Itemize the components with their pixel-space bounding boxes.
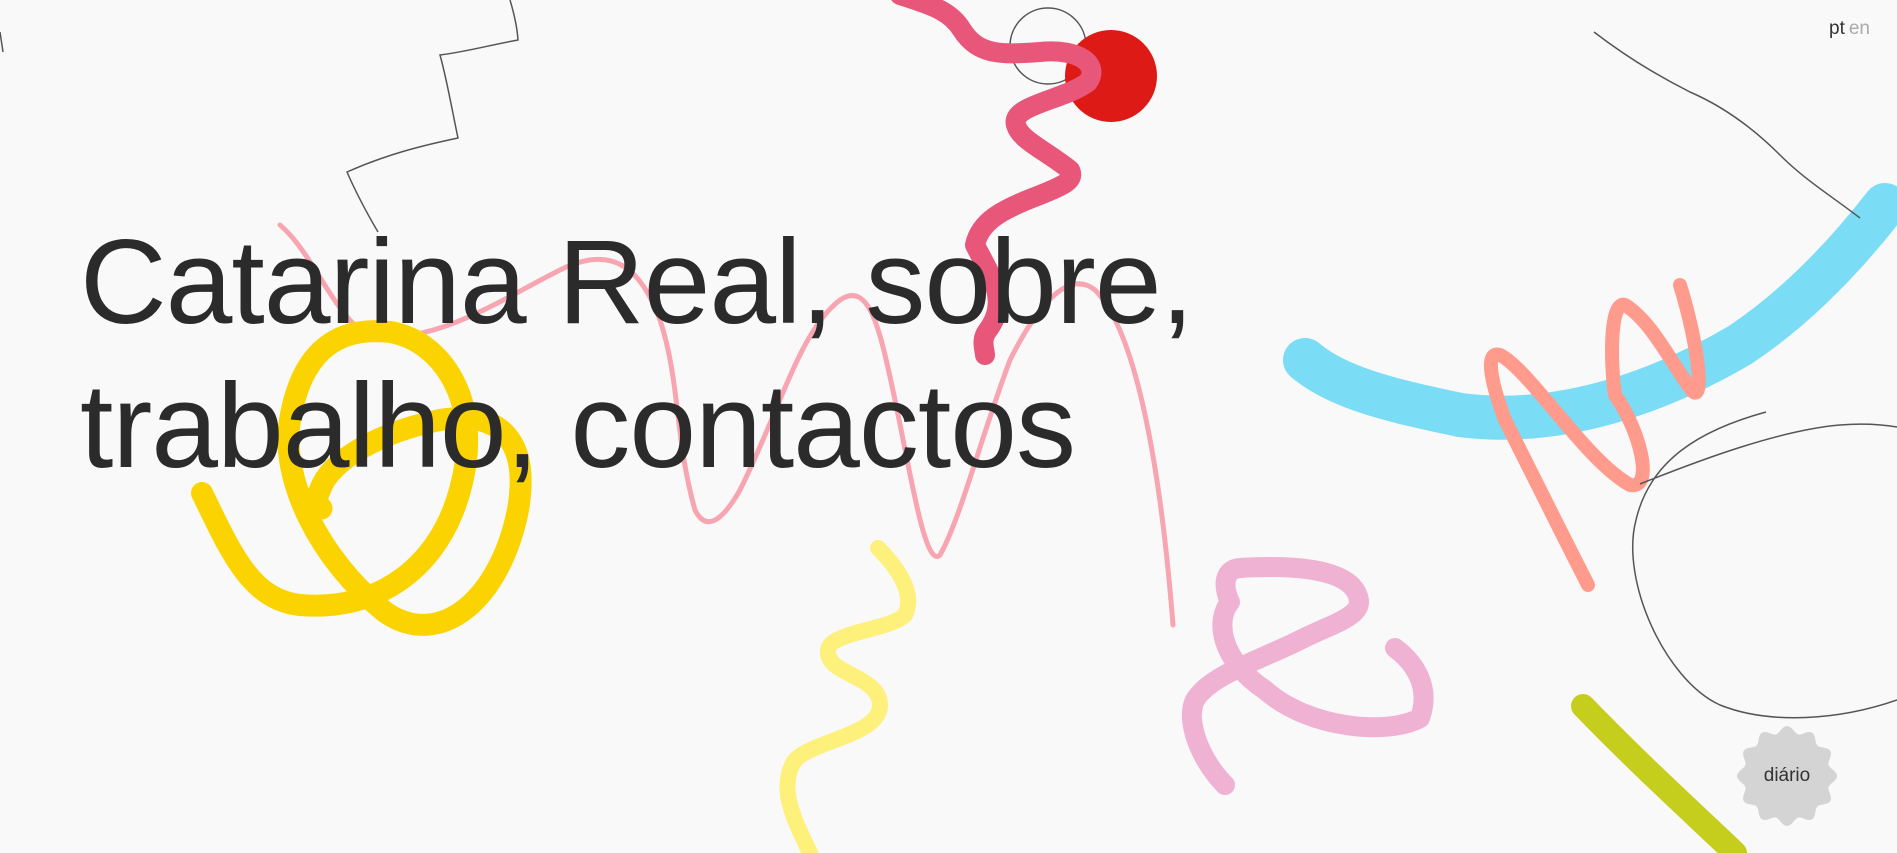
thin-zigzag-doodle bbox=[0, 0, 519, 233]
page-canvas: pt en Catarina Real, sobre, trabalho, cont… bbox=[0, 0, 1897, 853]
page-headline: Catarina Real, sobre, trabalho, contactos bbox=[80, 210, 1194, 498]
lilac-squiggle-doodle bbox=[1181, 557, 1434, 795]
headline-comma: , bbox=[1160, 215, 1194, 349]
lime-diagonal-doodle bbox=[1571, 694, 1747, 853]
diary-button[interactable]: diário bbox=[1737, 726, 1837, 826]
about-link[interactable]: sobre bbox=[865, 215, 1161, 349]
language-switch: pt en bbox=[1829, 18, 1870, 40]
contacts-link[interactable]: contactos bbox=[570, 359, 1076, 493]
language-pt-link[interactable]: pt bbox=[1829, 18, 1845, 39]
thin-curve-top-right-doodle bbox=[1593, 31, 1861, 219]
headline-comma: , bbox=[505, 359, 571, 493]
work-link[interactable]: trabalho bbox=[80, 359, 507, 493]
diary-label: diário bbox=[1763, 765, 1811, 786]
headline-comma: , bbox=[800, 215, 866, 349]
pale-yellow-squiggle-doodle bbox=[779, 540, 917, 853]
red-dot-doodle bbox=[1065, 30, 1157, 122]
name-link[interactable]: Catarina Real bbox=[80, 215, 802, 349]
language-en-link[interactable]: en bbox=[1849, 18, 1870, 39]
thin-loop-bottom-right-doodle bbox=[1632, 411, 1897, 719]
cyan-arc-doodle bbox=[1283, 183, 1897, 440]
